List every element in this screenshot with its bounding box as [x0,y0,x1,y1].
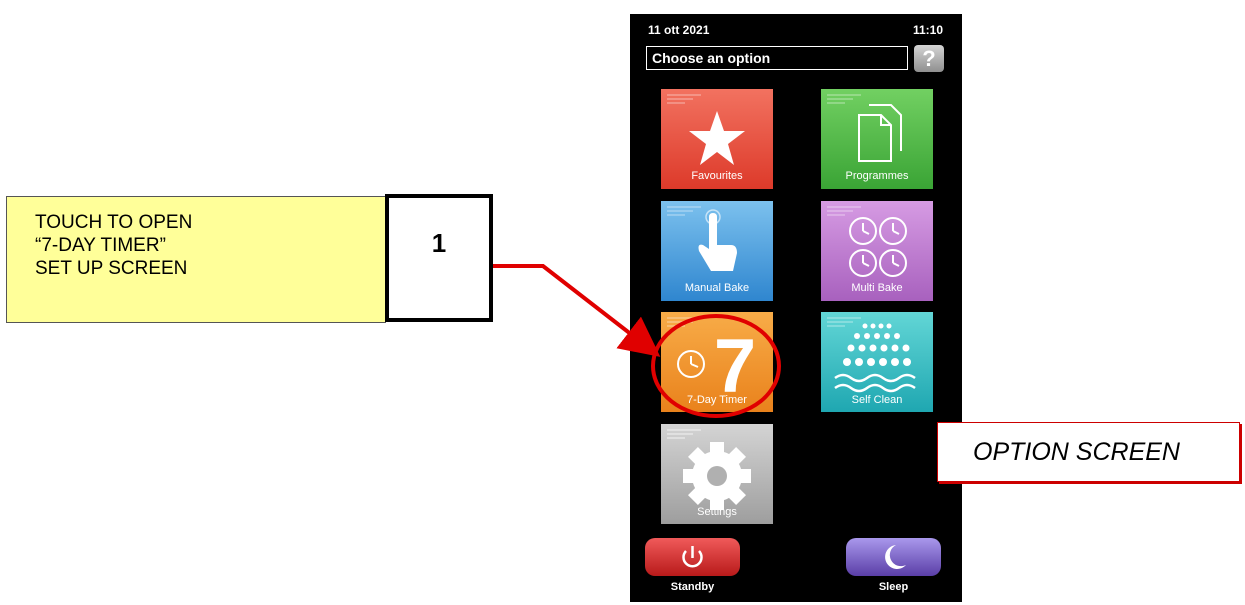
settings-label: Settings [697,506,737,518]
status-date: 11 ott 2021 [648,23,710,37]
sleep-button[interactable] [846,538,941,576]
instruction-line-2: “7-DAY TIMER” [35,235,166,256]
standby-button[interactable] [645,538,740,576]
status-time: 11:10 [912,23,943,37]
help-button[interactable]: ? [914,45,944,72]
screen-title-bar: Choose an option [646,46,908,70]
instruction-callout: TOUCH TO OPEN “7-DAY TIMER” SET UP SCREE… [6,196,386,323]
moon-icon [885,545,906,569]
sleep-label: Sleep [878,581,909,593]
option-screen-label: OPTION SCREEN [973,438,1180,466]
power-icon [682,546,703,568]
programmes-label: Programmes [845,170,909,182]
instruction-line-3: SET UP SCREEN [35,258,188,279]
help-icon: ? [922,46,936,71]
instruction-line-1: TOUCH TO OPEN [35,212,193,233]
multi-bake-label: Multi Bake [851,282,903,294]
instruction-text: TOUCH TO OPEN “7-DAY TIMER” SET UP SCREE… [35,211,192,280]
option-screen-label-box: OPTION SCREEN [937,422,1240,482]
screen-title: Choose an option [652,50,771,66]
manual-bake-label: Manual Bake [684,282,750,294]
self-clean-label: Self Clean [851,394,903,406]
favourites-label: Favourites [691,170,743,182]
standby-label: Standby [670,581,715,593]
step-number-box: 1 [385,194,493,322]
option-screen: 11 ott 2021 11:10 Choose an option ? Fav… [630,14,962,602]
seven-day-timer-label: 7-Day Timer [687,394,747,406]
step-number: 1 [431,228,447,258]
